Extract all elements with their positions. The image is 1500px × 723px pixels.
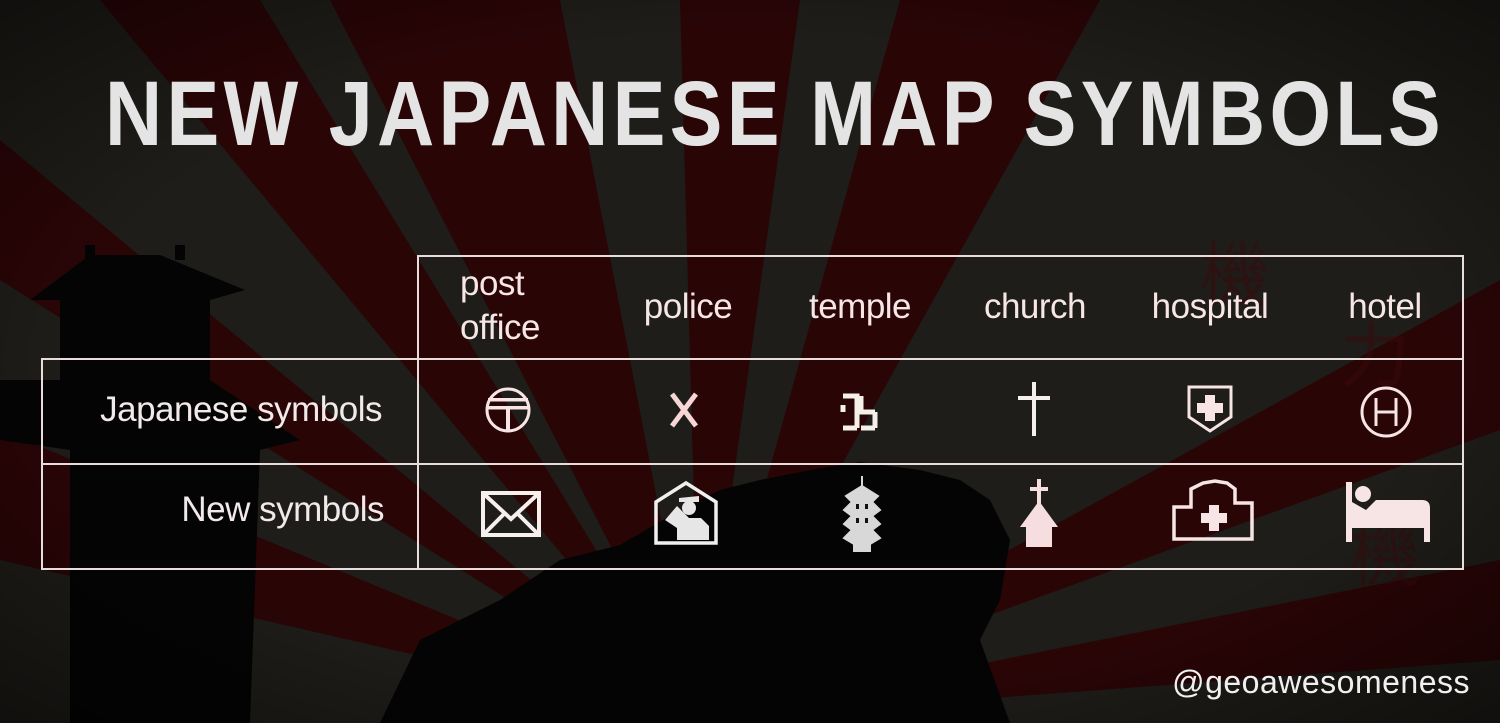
temple-manji-icon [840,393,878,431]
table-border-row1 [41,358,1464,360]
post-office-symbol-icon [485,387,531,433]
pagoda-icon [842,476,882,552]
table-border-top [418,255,1464,257]
column-header-police: police [643,287,733,326]
credit-handle: @geoawesomeness [1172,664,1470,700]
column-header-hospital: hospital [1151,287,1269,326]
table-border-row2 [41,463,1464,465]
column-header-post-office: post office [460,264,541,347]
hospital-building-icon [1172,479,1254,541]
envelope-icon [481,491,541,537]
hotel-circled-h-icon [1360,386,1412,438]
hospital-shield-cross-icon [1187,385,1233,433]
column-header-church: church [983,287,1087,326]
chapel-icon [1020,479,1058,547]
column-header-temple: temple [808,287,912,326]
table-border-bottom [41,568,1464,570]
table-border-divider [417,255,419,570]
row-label-japanese-symbols: Japanese symbols [100,390,382,429]
page-title: NEW JAPANESE MAP SYMBOLS [105,63,1446,165]
church-cross-icon [1018,382,1050,436]
row-label-new-symbols: New symbols [181,490,384,529]
police-crossed-batons-icon [670,392,698,428]
bed-icon [1346,482,1430,542]
column-header-hotel: hotel [1348,287,1422,326]
table-border-left [41,358,43,570]
saluting-officer-icon [654,480,718,545]
